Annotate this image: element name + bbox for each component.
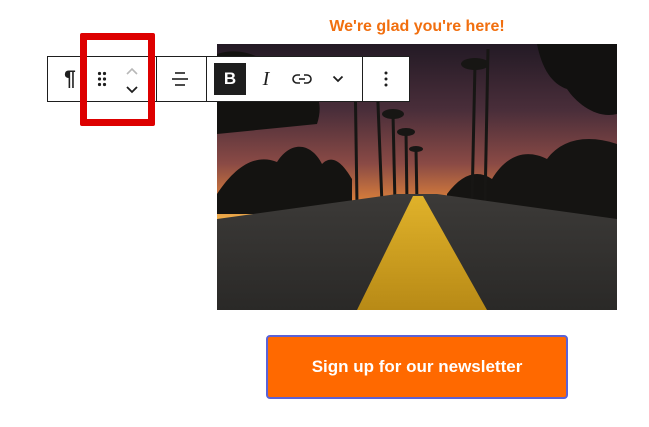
toolbar-divider [156, 57, 157, 101]
bold-button[interactable]: B [214, 57, 246, 101]
block-toolbar: ¶ B I [47, 56, 410, 102]
italic-button[interactable]: I [252, 57, 280, 101]
chevron-up-icon [126, 67, 138, 75]
chevron-down-icon [126, 85, 138, 93]
options-button[interactable] [372, 57, 400, 101]
more-formats-button[interactable] [324, 57, 352, 101]
drag-handle-icon [97, 71, 107, 87]
link-icon [292, 74, 312, 84]
page-heading: We're glad you're here! [329, 18, 505, 35]
align-center-icon [172, 72, 188, 86]
toolbar-divider [362, 57, 363, 101]
chevron-down-icon [332, 75, 344, 83]
drag-handle-button[interactable] [90, 57, 114, 101]
move-up-button[interactable] [120, 63, 144, 79]
toolbar-divider [206, 57, 207, 101]
newsletter-signup-button[interactable]: Sign up for our newsletter [266, 335, 568, 399]
pilcrow-icon: ¶ [64, 67, 76, 90]
italic-label: I [262, 67, 270, 90]
align-button[interactable] [164, 57, 196, 101]
bold-label: B [214, 63, 246, 95]
more-vertical-icon [384, 71, 388, 87]
link-button[interactable] [286, 57, 318, 101]
paragraph-block-button[interactable]: ¶ [54, 57, 86, 101]
move-down-button[interactable] [120, 81, 144, 97]
